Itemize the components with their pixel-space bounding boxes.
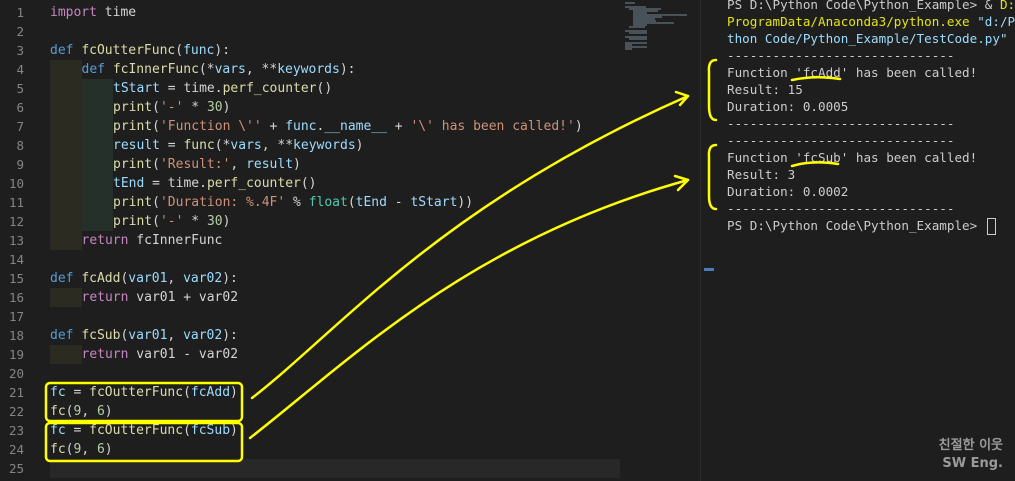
annotation-box-fcsub-call xyxy=(44,421,244,463)
watermark: 친절한 이웃 SW Eng. xyxy=(939,437,1003,473)
annotation-underline-fcadd xyxy=(790,76,842,82)
annotation-underline-fcsub xyxy=(790,161,840,168)
annotation-box-fcadd-call xyxy=(44,381,244,423)
annotation-bracket-fcsub-output xyxy=(707,143,718,211)
annotation-arrow-fcadd xyxy=(250,94,690,400)
watermark-line-1: 친절한 이웃 xyxy=(938,438,1003,453)
annotation-bracket-fcadd-output xyxy=(707,58,718,122)
annotation-overlay xyxy=(44,58,842,463)
watermark-line-2: SW Eng. xyxy=(942,456,1003,471)
